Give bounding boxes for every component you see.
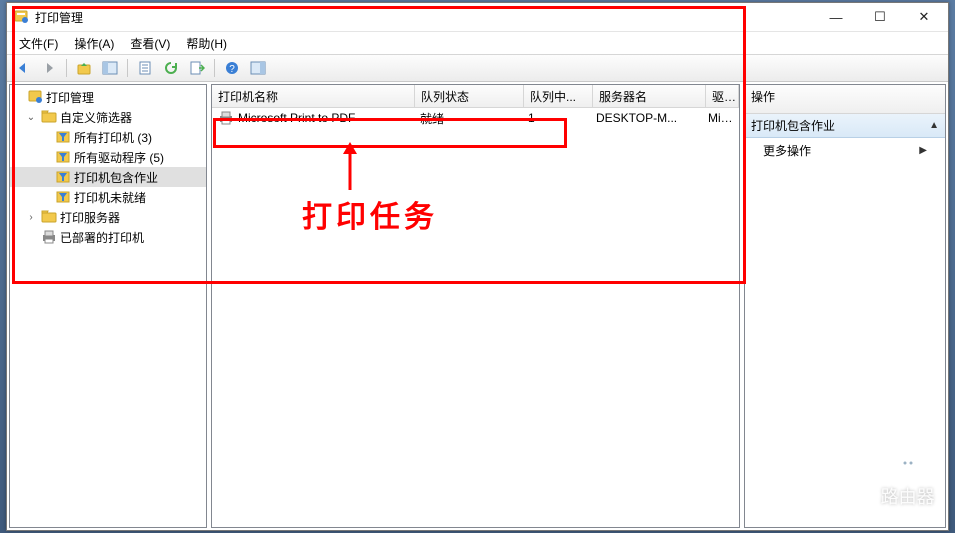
tree-label: 打印机包含作业 [74,169,158,186]
tree-deployed-printers[interactable]: 已部署的打印机 [10,227,206,247]
tree-label: 打印管理 [46,89,94,106]
up-button[interactable] [72,56,96,80]
refresh-button[interactable] [159,56,183,80]
filter-icon [55,189,71,205]
cell-jobs: 1 [522,111,590,125]
menu-action[interactable]: 操作(A) [66,33,122,54]
properties-button[interactable] [133,56,157,80]
tree-label: 所有驱动程序 (5) [74,149,164,166]
cell-status: 就绪 [414,110,522,127]
folder-filter-icon [41,109,57,125]
list-pane[interactable]: 打印机名称 队列状态 队列中... 服务器名 驱动程序名 Microsoft P… [211,84,740,528]
printer-row[interactable]: Microsoft Print to PDF 就绪 1 DESKTOP-M...… [212,108,739,128]
desktop-background: 打印管理 — ☐ ✕ 文件(F) 操作(A) 查看(V) 帮助(H) [0,0,955,533]
tree-all-drivers[interactable]: 所有驱动程序 (5) [10,147,206,167]
close-button[interactable]: ✕ [902,3,946,31]
forward-button[interactable] [37,56,61,80]
help-button[interactable]: ? [220,56,244,80]
col-status[interactable]: 队列状态 [415,85,524,107]
tree-root[interactable]: 打印管理 [10,87,206,107]
tree-printers-with-jobs[interactable]: 打印机包含作业 [10,167,206,187]
tree-all-printers[interactable]: 所有打印机 (3) [10,127,206,147]
menu-view[interactable]: 查看(V) [122,33,178,54]
filter-icon [55,129,71,145]
maximize-button[interactable]: ☐ [858,3,902,31]
action-label: 更多操作 [763,142,811,159]
col-name[interactable]: 打印机名称 [212,85,415,107]
toolbar-separator [127,59,128,77]
cell-driver: Microsoft [702,111,739,125]
cell-server: DESKTOP-M... [590,111,702,125]
menu-help[interactable]: 帮助(H) [178,33,235,54]
back-button[interactable] [11,56,35,80]
titlebar[interactable]: 打印管理 — ☐ ✕ [7,3,948,32]
tree-printers-not-ready[interactable]: 打印机未就绪 [10,187,206,207]
col-server[interactable]: 服务器名 [593,85,706,107]
filter-icon [55,169,71,185]
export-button[interactable] [185,56,209,80]
printer-icon [218,110,234,126]
show-hide-tree-button[interactable] [98,56,122,80]
minimize-button[interactable]: — [814,3,858,31]
printer-icon [41,229,57,245]
toolbar-separator [214,59,215,77]
tree-label: 打印服务器 [60,209,120,226]
actions-section[interactable]: 打印机包含作业 ▲ [745,114,945,138]
folder-icon [41,209,57,225]
toolbar: ? [7,54,948,82]
print-management-icon [27,89,43,105]
content-area: 打印管理 ⌄ 自定义筛选器 [7,82,948,530]
chevron-up-icon: ▲ [929,120,939,131]
print-management-icon [13,9,29,25]
col-driver[interactable]: 驱动程序名 [706,85,739,107]
tree-custom-filters[interactable]: ⌄ 自定义筛选器 [10,107,206,127]
menu-file[interactable]: 文件(F) [11,33,66,54]
toolbar-separator [66,59,67,77]
expand-icon[interactable]: › [24,212,38,223]
actions-pane: 操作 打印机包含作业 ▲ 更多操作 ▶ [744,84,946,528]
chevron-right-icon: ▶ [919,145,927,156]
list-header: 打印机名称 队列状态 队列中... 服务器名 驱动程序名 [212,85,739,108]
actions-section-label: 打印机包含作业 [751,117,835,134]
menubar: 文件(F) 操作(A) 查看(V) 帮助(H) [7,32,948,54]
tree-label: 已部署的打印机 [60,229,144,246]
app-window: 打印管理 — ☐ ✕ 文件(F) 操作(A) 查看(V) 帮助(H) [6,2,949,531]
tree-label: 所有打印机 (3) [74,129,152,146]
actions-header: 操作 [745,85,945,114]
filter-icon [55,149,71,165]
window-title: 打印管理 [35,9,83,26]
tree-pane[interactable]: 打印管理 ⌄ 自定义筛选器 [9,84,207,528]
col-jobs[interactable]: 队列中... [524,85,593,107]
cell-name: Microsoft Print to PDF [238,111,355,125]
tree-print-servers[interactable]: › 打印服务器 [10,207,206,227]
action-more[interactable]: 更多操作 ▶ [745,138,945,163]
show-hide-action-button[interactable] [246,56,270,80]
tree-label: 打印机未就绪 [74,189,146,206]
tree-label: 自定义筛选器 [60,109,132,126]
collapse-icon[interactable]: ⌄ [24,112,38,123]
svg-text:?: ? [229,64,235,75]
